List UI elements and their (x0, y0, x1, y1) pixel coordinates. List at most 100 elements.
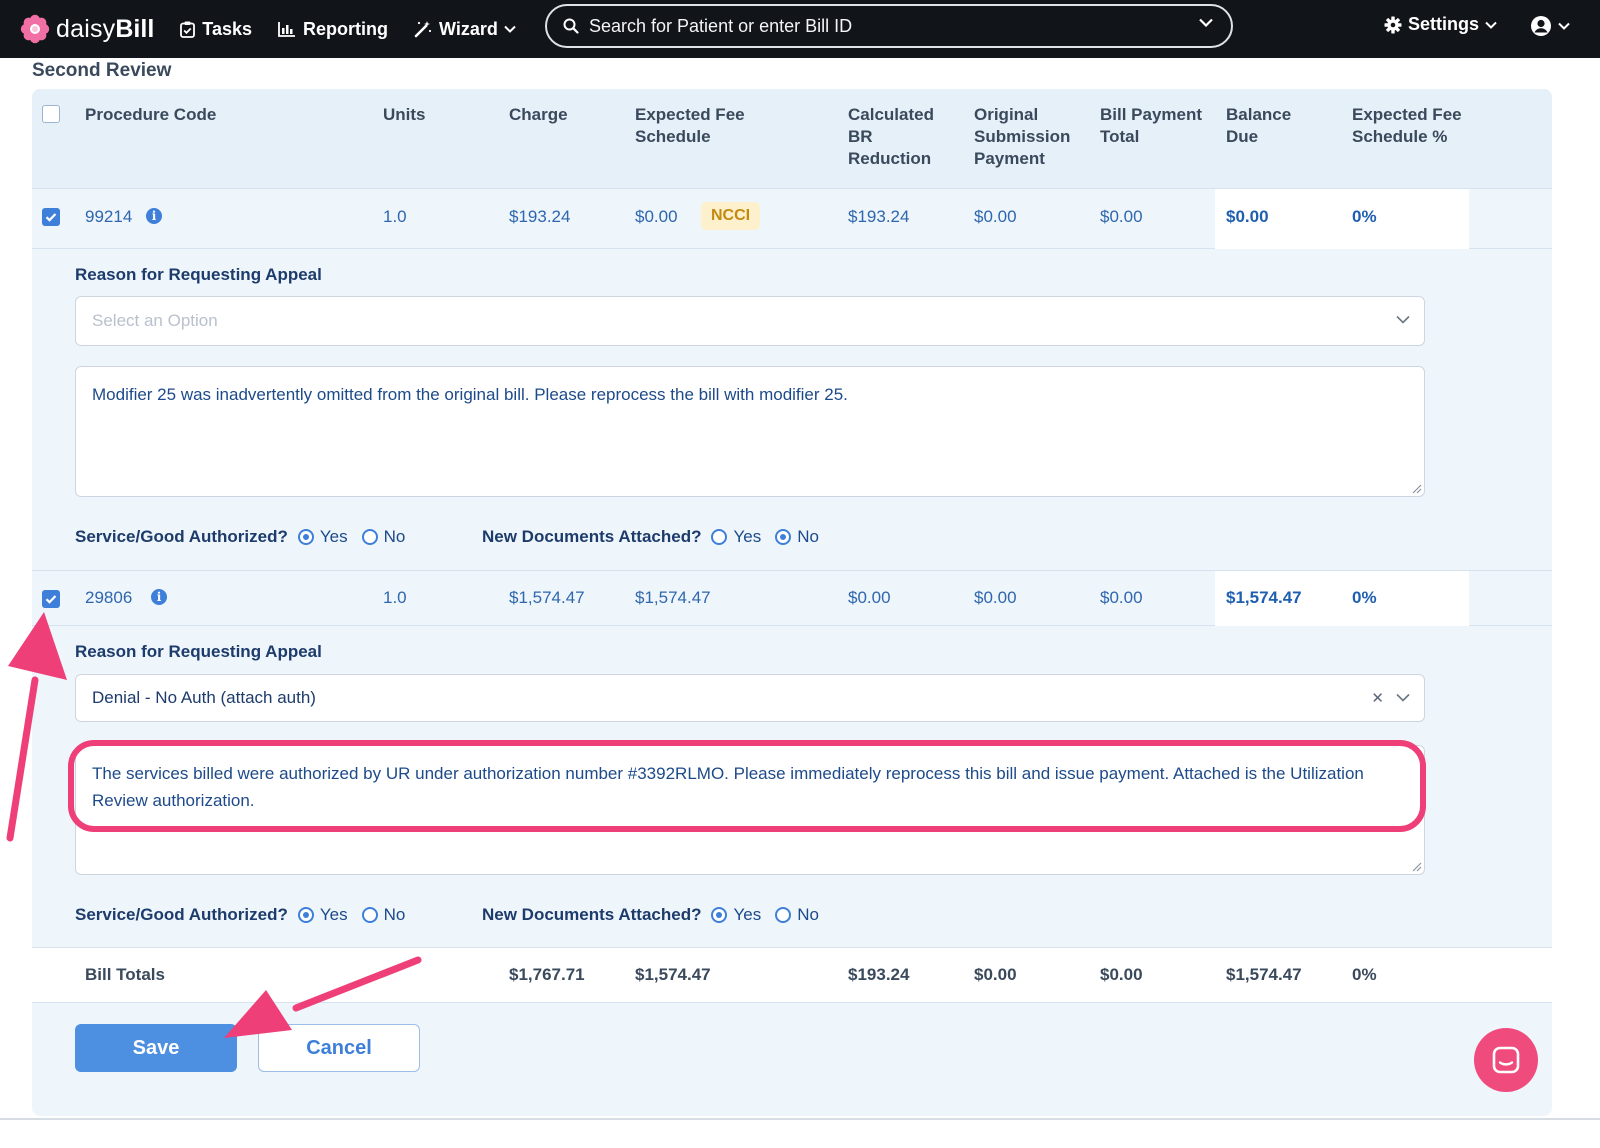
original-payment-value: $0.00 (974, 207, 1017, 226)
chevron-down-icon (1485, 21, 1497, 29)
expected-fee-value: $1,574.47 (635, 588, 711, 607)
total-br-reduction: $193.24 (848, 965, 910, 984)
new-documents-question: New Documents Attached? (482, 905, 702, 924)
gear-icon (1384, 16, 1402, 33)
user-menu[interactable] (1530, 15, 1570, 37)
total-original-payment: $0.00 (974, 965, 1017, 984)
appeal-reason-select[interactable]: Select an Option (75, 296, 1425, 346)
row-checkbox-99214[interactable] (42, 208, 60, 226)
th-procedure-code: Procedure Code (85, 105, 217, 124)
service-authorized-question: Service/Good Authorized? (75, 905, 288, 924)
service-authorized-question: Service/Good Authorized? (75, 527, 288, 546)
appeal-reason-textarea[interactable]: Modifier 25 was inadvertently omitted fr… (75, 366, 1425, 497)
th-charge: Charge (509, 105, 568, 124)
th-original-submission-payment: Original Submission Payment (974, 105, 1071, 168)
th-expected-fee-schedule-pct: Expected Fee Schedule % (1352, 105, 1462, 146)
new-documents-yes[interactable]: Yes (711, 905, 761, 925)
table-header-row: Procedure Code Units Charge Expected Fee… (32, 89, 1552, 189)
service-authorized-yes[interactable]: Yes (297, 905, 348, 925)
radio-selected-icon (775, 529, 792, 545)
brand-name-light: daisy (56, 14, 116, 43)
chat-icon (1492, 1046, 1520, 1074)
select-all-checkbox[interactable] (42, 105, 60, 123)
th-units: Units (383, 105, 426, 124)
table-row: 29806 i 1.0 $1,574.47 $1,574.47 $0.00 $0… (32, 570, 1552, 626)
bill-totals-row: Bill Totals $1,767.71 $1,574.47 $193.24 … (32, 947, 1552, 1003)
cancel-button[interactable]: Cancel (258, 1024, 420, 1072)
appeal-reason-label: Reason for Requesting Appeal (75, 265, 322, 284)
radio-label: No (797, 905, 819, 924)
search-placeholder: Search for Patient or enter Bill ID (589, 15, 853, 36)
row-checkbox-29806[interactable] (42, 590, 60, 608)
checkmark-icon (45, 213, 57, 222)
nav-tasks-label: Tasks (202, 18, 252, 39)
total-balance-due: $1,574.47 (1226, 965, 1302, 984)
radio-label: No (383, 905, 406, 924)
th-bill-payment-total: Bill Payment Total (1100, 105, 1203, 146)
nav-reporting[interactable]: Reporting (278, 19, 388, 40)
appeal-text: The services billed were authorized by U… (92, 764, 1364, 810)
th-expected-fee-schedule: Expected Fee Schedule (635, 105, 745, 146)
clipboard-check-icon (180, 21, 196, 38)
new-documents-group: New Documents Attached? Yes No (482, 527, 833, 547)
nav-reporting-label: Reporting (302, 18, 388, 39)
chevron-down-icon (1396, 315, 1410, 324)
appeal-reason-textarea[interactable]: The services billed were authorized by U… (75, 745, 1425, 875)
radio-label: Yes (733, 527, 762, 546)
second-review-panel: Procedure Code Units Charge Expected Fee… (32, 89, 1552, 1116)
patient-search-input[interactable]: Search for Patient or enter Bill ID (545, 4, 1233, 48)
service-authorized-no[interactable]: No (361, 527, 405, 547)
appeal-reason-label: Reason for Requesting Appeal (75, 642, 322, 661)
chat-launcher[interactable] (1474, 1028, 1538, 1092)
save-button[interactable]: Save (75, 1024, 237, 1072)
balance-due-value: $1,574.47 (1226, 588, 1302, 607)
radio-unselected-icon (711, 529, 728, 545)
radio-label: No (797, 527, 819, 546)
ncci-badge[interactable]: NCCI (701, 202, 761, 230)
resize-grip-icon[interactable] (1410, 482, 1422, 494)
new-documents-question: New Documents Attached? (482, 527, 702, 546)
clear-selection-icon[interactable]: ✕ (1371, 689, 1384, 707)
new-documents-yes[interactable]: Yes (711, 527, 761, 547)
magic-wand-icon (414, 21, 432, 38)
charge-value: $193.24 (509, 207, 571, 226)
total-charge: $1,767.71 (509, 965, 585, 984)
page-divider (0, 1118, 1600, 1120)
radio-label: Yes (319, 905, 348, 924)
radio-unselected-icon (361, 529, 378, 545)
radio-label: Yes (733, 905, 762, 924)
radio-unselected-icon (361, 907, 378, 923)
info-icon[interactable]: i (151, 589, 167, 605)
expected-fee-value: $0.00 (635, 207, 678, 226)
brand-logo[interactable]: daisy Bill (20, 14, 154, 44)
total-expected-fee: $1,574.47 (635, 965, 711, 984)
nav-wizard[interactable]: Wizard (414, 19, 516, 40)
payment-total-value: $0.00 (1100, 207, 1143, 226)
th-balance-due: Balance Due (1226, 105, 1292, 146)
bill-totals-label: Bill Totals (85, 965, 165, 984)
section-title: Second Review (32, 60, 172, 81)
search-dropdown-chevron-icon[interactable] (1199, 18, 1213, 27)
resize-grip-icon[interactable] (1410, 860, 1422, 872)
radio-unselected-icon (775, 907, 792, 923)
total-payment-total: $0.00 (1100, 965, 1143, 984)
chevron-down-icon (1558, 22, 1570, 30)
service-authorized-no[interactable]: No (361, 905, 406, 925)
nav-tasks[interactable]: Tasks (180, 19, 252, 40)
info-icon[interactable]: i (146, 208, 162, 224)
select-placeholder: Select an Option (92, 311, 218, 330)
units-value: 1.0 (383, 588, 407, 607)
procedure-code-link[interactable]: 29806 (85, 588, 132, 608)
new-documents-no[interactable]: No (775, 905, 819, 925)
settings-menu[interactable]: Settings (1384, 14, 1503, 35)
bar-chart-icon (278, 22, 295, 37)
table-row: 99214 i 1.0 $193.24 $0.00 NCCI $193.24 $… (32, 189, 1552, 249)
brand-name-bold: Bill (115, 14, 155, 43)
chevron-down-icon (1396, 693, 1410, 702)
new-documents-group: New Documents Attached? Yes No (482, 905, 833, 925)
units-value: 1.0 (383, 207, 407, 226)
appeal-reason-select[interactable]: Denial - No Auth (attach auth) ✕ (75, 674, 1425, 722)
new-documents-no[interactable]: No (775, 527, 819, 547)
service-authorized-yes[interactable]: Yes (297, 527, 348, 547)
procedure-code-link[interactable]: 99214 (85, 207, 132, 227)
